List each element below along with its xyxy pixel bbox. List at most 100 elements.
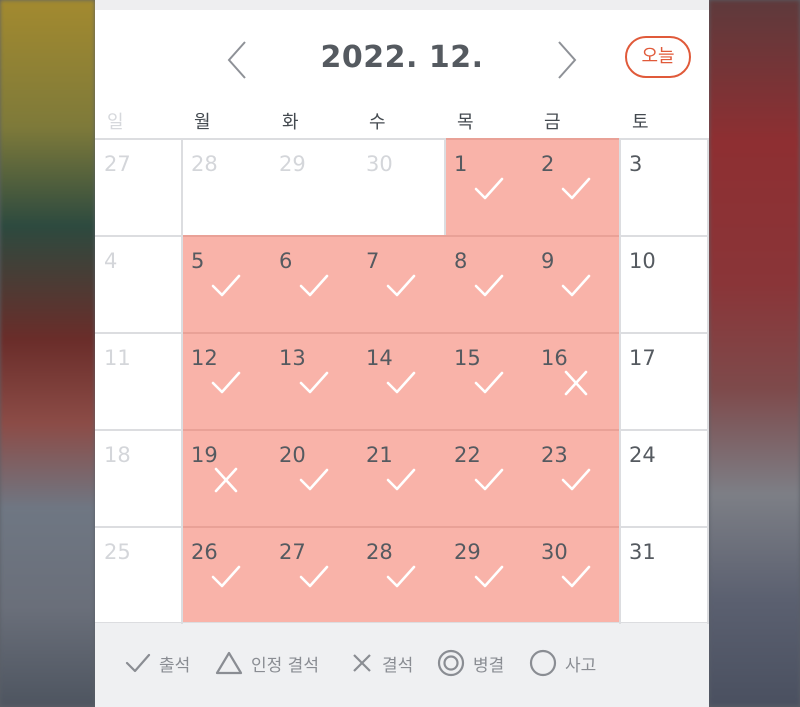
check-icon: [299, 371, 329, 394]
attendance-mark: [385, 562, 417, 592]
legend-bar: 출석 인정 결석 결석 병결 사고: [95, 622, 709, 707]
calendar-day-cell[interactable]: 29: [270, 138, 357, 235]
check-icon: [211, 371, 241, 394]
day-number: 29: [454, 540, 481, 564]
attendance-mark: [385, 465, 417, 495]
next-month-button[interactable]: [553, 40, 579, 80]
attendance-mark: [473, 465, 505, 495]
calendar-day-cell[interactable]: 7: [357, 235, 445, 332]
calendar-day-cell[interactable]: 25: [95, 526, 182, 623]
day-number: 27: [279, 540, 306, 564]
grid-divider: [444, 138, 446, 235]
calendar-day-cell[interactable]: 29: [445, 526, 532, 623]
check-icon: [474, 177, 504, 200]
check-icon: [386, 565, 416, 588]
day-number: 28: [366, 540, 393, 564]
check-icon: [386, 468, 416, 491]
calendar-day-cell[interactable]: 26: [182, 526, 270, 623]
absence-mark: [560, 368, 592, 398]
day-number: 31: [629, 540, 656, 564]
calendar-day-cell[interactable]: 10: [620, 235, 709, 332]
day-number: 16: [541, 346, 568, 370]
legend-label: 사고: [565, 655, 597, 676]
grid-divider: [619, 138, 621, 624]
calendar-day-cell[interactable]: 23: [532, 429, 620, 526]
legend-item: 병결: [437, 649, 504, 677]
legend-label: 병결: [473, 655, 505, 676]
calendar-day-cell[interactable]: 2: [532, 138, 620, 235]
attendance-mark: [473, 368, 505, 398]
calendar-header: 2022. 12. 오늘: [95, 10, 709, 106]
chevron-right-icon: [558, 41, 577, 79]
calendar-day-cell[interactable]: 1: [445, 138, 532, 235]
attendance-mark: [210, 368, 242, 398]
day-number: 19: [191, 443, 218, 467]
today-button[interactable]: 오늘: [625, 36, 691, 78]
day-number: 6: [279, 249, 293, 273]
calendar-day-cell[interactable]: 28: [182, 138, 270, 235]
legend-item: 결석: [350, 649, 413, 677]
calendar-day-cell[interactable]: 22: [445, 429, 532, 526]
calendar-day-cell[interactable]: 15: [445, 332, 532, 429]
day-number: 20: [279, 443, 306, 467]
day-number: 3: [629, 152, 643, 176]
calendar-day-cell[interactable]: 30: [357, 138, 445, 235]
day-number: 30: [541, 540, 568, 564]
calendar-day-cell[interactable]: 6: [270, 235, 357, 332]
calendar-day-cell[interactable]: 12: [182, 332, 270, 429]
calendar-day-cell[interactable]: 17: [620, 332, 709, 429]
legend-item: 인정 결석: [215, 649, 319, 677]
check-icon: [125, 651, 151, 675]
attendance-mark: [210, 271, 242, 301]
x-icon: [350, 651, 374, 675]
calendar-day-cell[interactable]: 5: [182, 235, 270, 332]
calendar-day-cell[interactable]: 20: [270, 429, 357, 526]
calendar-day-cell[interactable]: 27: [270, 526, 357, 623]
grid-divider: [181, 138, 183, 624]
calendar-day-cell[interactable]: 4: [95, 235, 182, 332]
calendar-day-cell[interactable]: 19: [182, 429, 270, 526]
calendar-day-cell[interactable]: 31: [620, 526, 709, 623]
calendar-day-cell[interactable]: 27: [95, 138, 182, 235]
day-number: 14: [366, 346, 393, 370]
day-number: 26: [191, 540, 218, 564]
triangle-icon: [215, 650, 243, 676]
day-number: 9: [541, 249, 555, 273]
attendance-mark: [473, 174, 505, 204]
check-icon: [561, 177, 591, 200]
attendance-calendar-card: 2022. 12. 오늘 일월화수목금토 27 28 29 30 1 2 3 4 5 6 7 8 9 10…: [95, 0, 709, 707]
day-number: 30: [366, 152, 393, 176]
attendance-mark: [385, 368, 417, 398]
calendar-day-cell[interactable]: 13: [270, 332, 357, 429]
calendar-day-cell[interactable]: 14: [357, 332, 445, 429]
day-number: 27: [104, 152, 131, 176]
attendance-mark: [560, 465, 592, 495]
calendar-day-cell[interactable]: 11: [95, 332, 182, 429]
calendar-day-cell[interactable]: 16: [532, 332, 620, 429]
check-icon: [211, 565, 241, 588]
day-number: 22: [454, 443, 481, 467]
calendar-day-cell[interactable]: 28: [357, 526, 445, 623]
calendar-day-cell[interactable]: 30: [532, 526, 620, 623]
calendar-day-cell[interactable]: 21: [357, 429, 445, 526]
circle-icon: [529, 649, 557, 677]
calendar-day-cell[interactable]: 3: [620, 138, 709, 235]
day-number: 11: [104, 346, 131, 370]
calendar-day-cell[interactable]: 18: [95, 429, 182, 526]
legend-item: 사고: [529, 649, 596, 677]
top-strip: [95, 0, 709, 10]
attendance-mark: [210, 562, 242, 592]
day-number: 4: [104, 249, 118, 273]
calendar-day-cell[interactable]: 9: [532, 235, 620, 332]
day-number: 28: [191, 152, 218, 176]
day-number: 5: [191, 249, 205, 273]
legend-label: 결석: [382, 655, 414, 676]
check-icon: [299, 274, 329, 297]
check-icon: [474, 371, 504, 394]
attendance-mark: [298, 368, 330, 398]
day-number: 1: [454, 152, 468, 176]
check-icon: [386, 371, 416, 394]
calendar-day-cell[interactable]: 8: [445, 235, 532, 332]
day-number: 15: [454, 346, 481, 370]
calendar-day-cell[interactable]: 24: [620, 429, 709, 526]
